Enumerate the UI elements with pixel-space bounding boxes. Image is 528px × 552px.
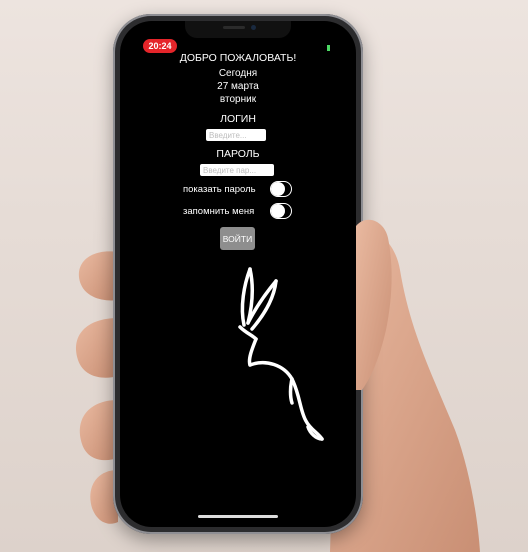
photo-scene: 20:24 ДОБРО ПОЖАЛОВАТЬ! Сегодня 27 марта… — [0, 0, 528, 552]
thumb-illustration — [356, 219, 392, 390]
